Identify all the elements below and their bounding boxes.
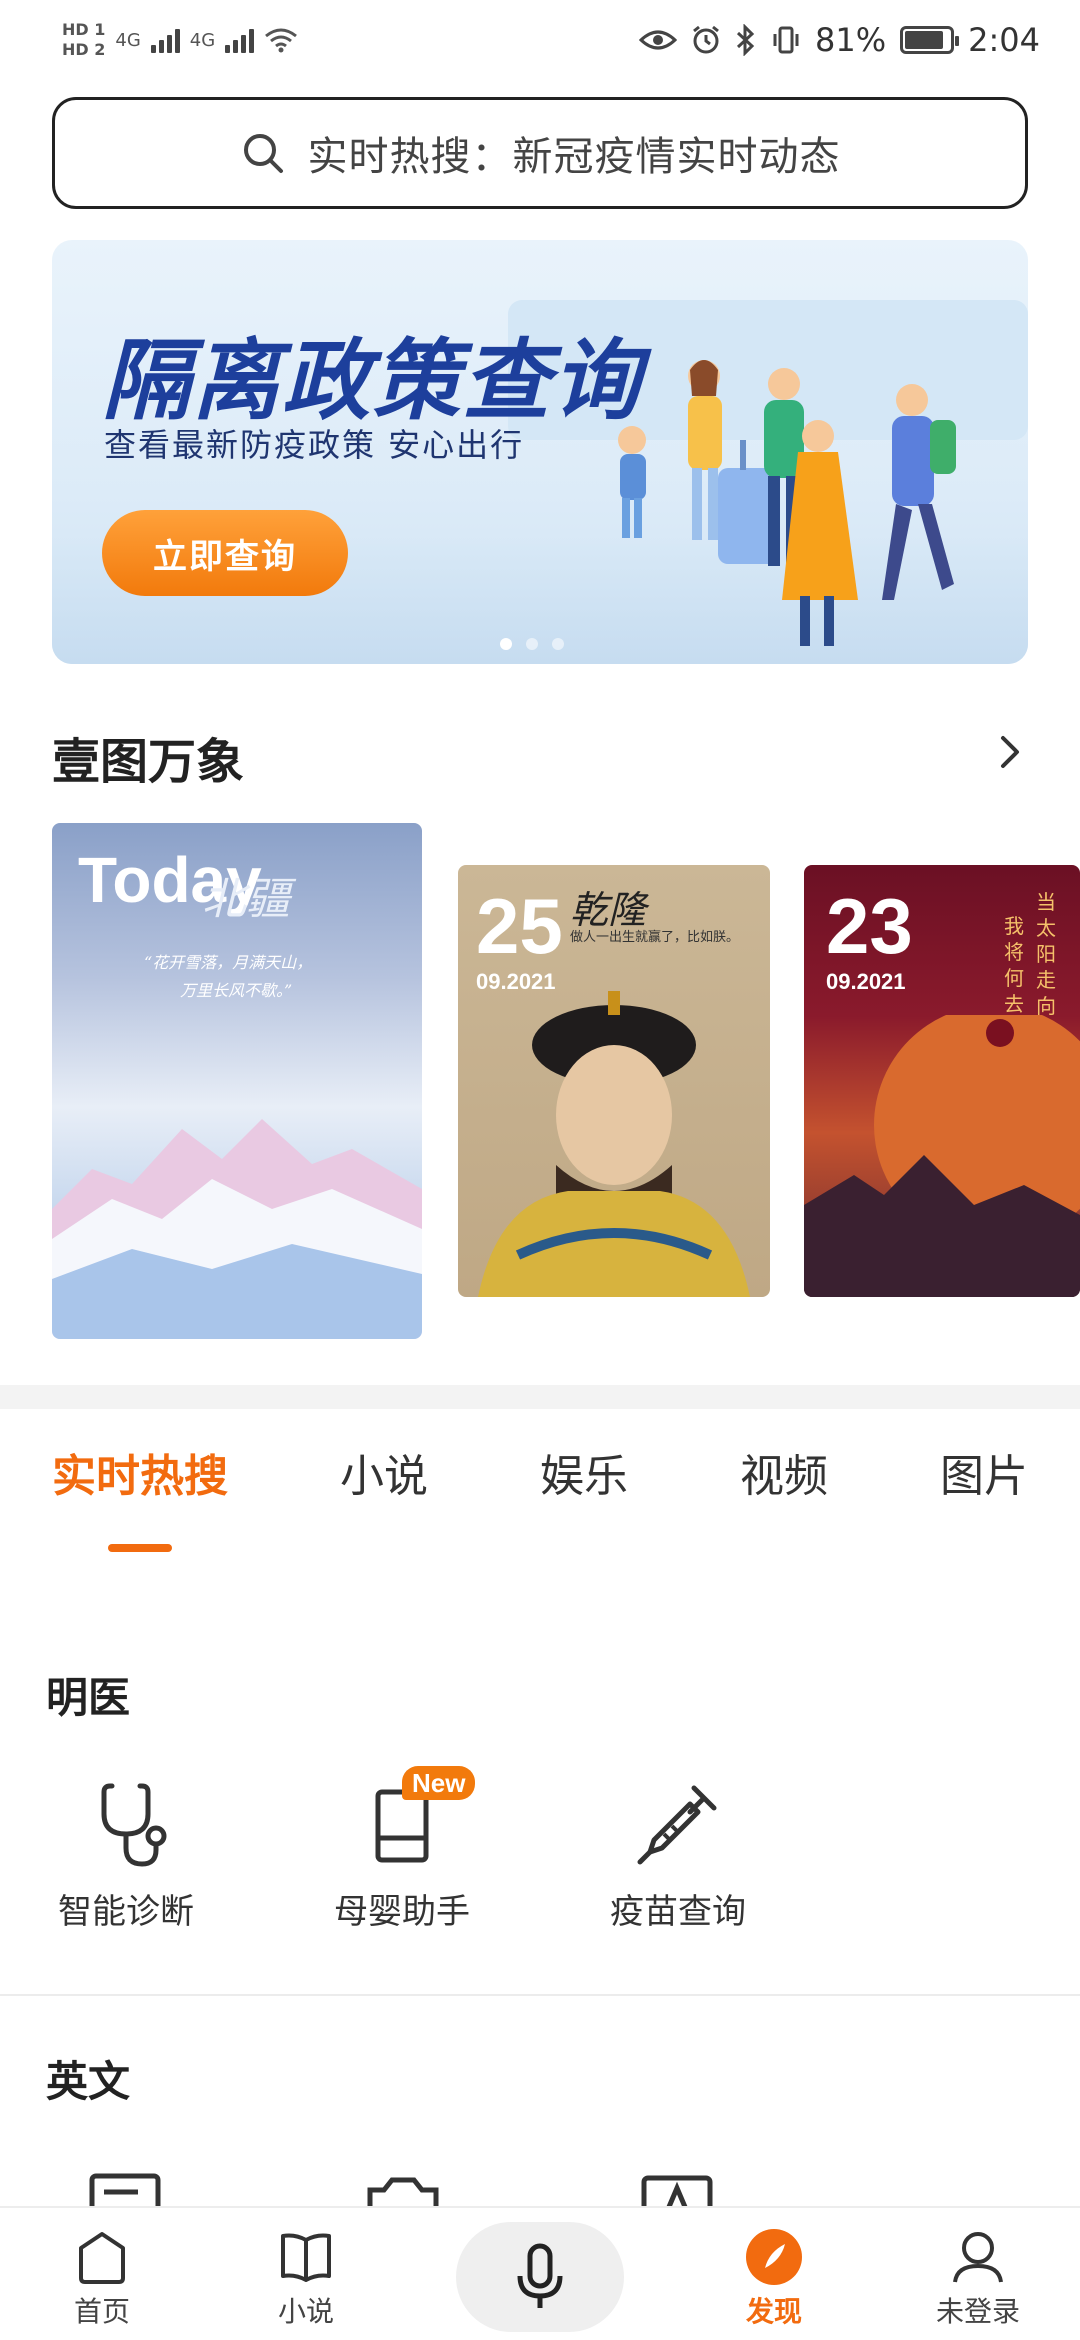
promo-banner[interactable]: 隔离政策查询 查看最新防疫政策 安心出行 立即查询 bbox=[52, 240, 1028, 664]
gallery-title: 壹图万象 bbox=[52, 734, 245, 790]
search-bar[interactable]: 实时热搜：新冠疫情实时动态 bbox=[52, 97, 1028, 209]
battery-percent: 81% bbox=[815, 21, 887, 59]
english-tools-peek bbox=[0, 2168, 1080, 2208]
net2-label: 4G bbox=[189, 29, 216, 51]
tool-label: 智能诊断 bbox=[58, 1892, 194, 1932]
card1-poem-1: “花开雪落，月满天山， bbox=[144, 953, 313, 972]
nav-label: 未登录 bbox=[935, 2295, 1020, 2328]
nav-discover[interactable]: 发现 bbox=[704, 2226, 844, 2330]
nav-label: 小说 bbox=[277, 2295, 334, 2328]
card2-day: 25 bbox=[476, 882, 563, 970]
card1-title: 北疆 bbox=[202, 874, 290, 925]
bluetooth-icon bbox=[736, 24, 755, 56]
sim2-label: HD 2 bbox=[62, 40, 106, 59]
sunset-illustration bbox=[804, 1015, 1080, 1297]
banner-dot-2[interactable] bbox=[526, 638, 538, 650]
translate-icon[interactable] bbox=[640, 2174, 718, 2208]
tab-video[interactable]: 视频 bbox=[740, 1440, 828, 1504]
tool-smart-diagnosis[interactable]: 智能诊断 bbox=[26, 1774, 226, 1933]
banner-pagination bbox=[500, 638, 564, 650]
card3-day: 23 bbox=[826, 882, 913, 970]
tool-label: 母婴助手 bbox=[334, 1892, 470, 1932]
nav-novel[interactable]: 小说 bbox=[236, 2226, 376, 2330]
syringe-icon bbox=[637, 1785, 717, 1865]
discover-icon bbox=[746, 2229, 802, 2285]
nav-home[interactable]: 首页 bbox=[32, 2226, 172, 2330]
nav-label: 发现 bbox=[745, 2295, 802, 2328]
category-tabs: 实时热搜 小说 娱乐 视频 图片 bbox=[0, 1440, 1080, 1520]
new-badge: New bbox=[402, 1766, 476, 1800]
battery-icon bbox=[900, 26, 960, 54]
group-divider bbox=[0, 1994, 1080, 1996]
tab-realtime-hot[interactable]: 实时热搜 bbox=[52, 1440, 228, 1504]
card2-title: 乾隆 bbox=[570, 888, 647, 932]
document-icon[interactable] bbox=[88, 2172, 166, 2208]
alarm-icon bbox=[693, 25, 719, 54]
gallery-card-1[interactable]: Today 北疆 “花开雪落，月满天山， 万里长风不歇。” bbox=[52, 823, 422, 1339]
status-bar: HD 1 HD 2 4G 4G 81% 2:04 bbox=[0, 0, 1080, 80]
mic-icon bbox=[517, 2243, 563, 2308]
search-icon bbox=[243, 134, 283, 173]
card1-poem-2: 万里长风不歇。” bbox=[180, 981, 293, 1000]
group-title-medical: 明医 bbox=[46, 1673, 131, 1722]
wifi-icon bbox=[265, 28, 298, 53]
user-icon bbox=[953, 2232, 1003, 2283]
banner-query-button[interactable]: 立即查询 bbox=[102, 510, 348, 596]
card3-date: 09.2021 bbox=[826, 969, 906, 994]
tool-label: 疫苗查询 bbox=[610, 1892, 746, 1932]
stethoscope-icon bbox=[101, 1783, 167, 1867]
tab-entertainment[interactable]: 娱乐 bbox=[540, 1440, 628, 1504]
status-right: 81% 2:04 bbox=[639, 21, 1040, 59]
sim1-label: HD 1 bbox=[62, 20, 106, 39]
camera-icon[interactable] bbox=[364, 2174, 442, 2208]
home-icon bbox=[79, 2232, 125, 2284]
card2-caption: 做人一出生就赢了，比如朕。 bbox=[570, 930, 740, 945]
signal-bars-2-icon bbox=[225, 27, 255, 53]
tab-novel[interactable]: 小说 bbox=[340, 1440, 428, 1504]
signal-group: HD 1 HD 2 4G 4G bbox=[62, 20, 298, 60]
banner-dot-3[interactable] bbox=[552, 638, 564, 650]
net1-label: 4G bbox=[115, 29, 141, 51]
signal-bars-1-icon bbox=[150, 27, 180, 53]
eye-icon bbox=[639, 30, 678, 50]
tool-vaccine-query[interactable]: 疫苗查询 bbox=[578, 1774, 778, 1933]
book-icon bbox=[281, 2233, 331, 2282]
tool-maternal-assistant[interactable]: New 母婴助手 bbox=[302, 1766, 502, 1933]
travelers-illustration bbox=[618, 360, 956, 646]
gallery-card-3[interactable]: 23 09.2021 当太阳走向衰亡， 我将何去何从？ bbox=[804, 865, 1080, 1297]
sim-labels: HD 1 HD 2 bbox=[62, 20, 105, 60]
group-title-english: 英文 bbox=[46, 2057, 131, 2106]
section-divider bbox=[0, 1385, 1080, 1409]
voice-search-button[interactable] bbox=[456, 2222, 624, 2332]
tab-images[interactable]: 图片 bbox=[940, 1440, 1028, 1504]
active-tab-indicator bbox=[108, 1544, 172, 1552]
gallery-card-2[interactable]: 25 09.2021 乾隆 做人一出生就赢了，比如朕。 bbox=[458, 865, 770, 1297]
clock: 2:04 bbox=[968, 21, 1040, 59]
nav-label: 首页 bbox=[73, 2295, 130, 2328]
banner-title: 隔离政策查询 bbox=[102, 329, 643, 432]
banner-dot-1[interactable] bbox=[500, 638, 512, 650]
nav-account[interactable]: 未登录 bbox=[908, 2226, 1048, 2330]
chevron-right-icon[interactable] bbox=[992, 734, 1028, 770]
banner-subtitle: 查看最新防疫政策 安心出行 bbox=[104, 426, 525, 464]
mountain-illustration bbox=[52, 1119, 422, 1339]
emperor-portrait bbox=[478, 991, 750, 1297]
vibrate-icon bbox=[773, 26, 799, 54]
bottom-nav: 首页 小说 发现 未登录 bbox=[0, 2206, 1080, 2340]
search-placeholder: 实时热搜：新冠疫情实时动态 bbox=[307, 134, 841, 180]
